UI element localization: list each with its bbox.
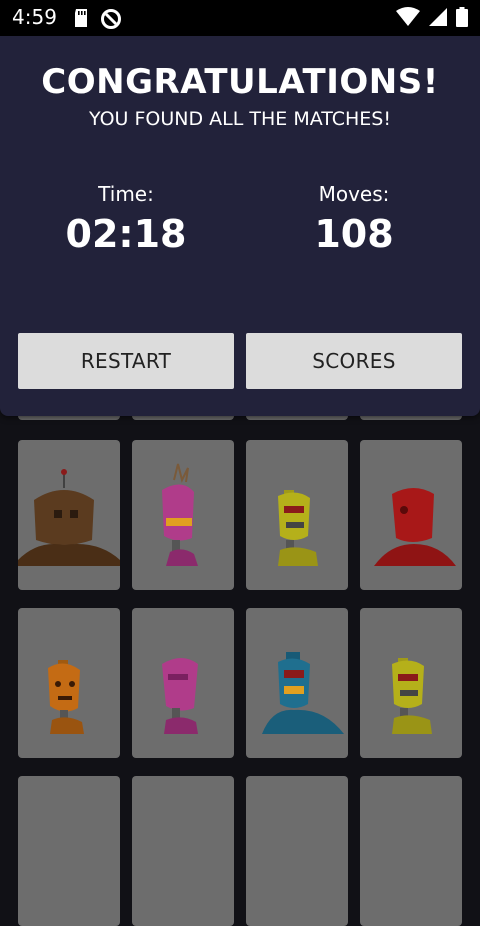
- time-stat: Time: 02:18: [6, 182, 246, 256]
- blue-robot-image: [262, 652, 344, 734]
- congratulations-dialog: CONGRATULATIONS! YOU FOUND ALL THE MATCH…: [0, 36, 480, 416]
- sd-card-icon: [75, 9, 87, 27]
- card-robot-red[interactable]: [360, 440, 462, 590]
- card-robot-pink-crest[interactable]: [132, 440, 234, 590]
- red-robot-image: [374, 488, 456, 566]
- pink-robot-image: [162, 658, 198, 734]
- status-notification-icons: [72, 8, 122, 30]
- status-system-icons: [396, 7, 468, 27]
- restart-button[interactable]: RESTART: [18, 333, 234, 389]
- card-robot-blue[interactable]: [246, 608, 348, 758]
- moves-value: 108: [314, 212, 394, 256]
- yellow-robot-image: [392, 658, 432, 734]
- moves-stat: Moves: 108: [234, 182, 474, 256]
- moves-label: Moves:: [318, 182, 390, 206]
- card-bottom-4[interactable]: [360, 776, 462, 926]
- blocked-icon: [101, 9, 121, 29]
- card-bottom-1[interactable]: [18, 776, 120, 926]
- yellow-robot-image: [278, 490, 318, 566]
- cell-signal-icon: [429, 8, 447, 26]
- card-robot-yellow-2[interactable]: [360, 608, 462, 758]
- time-value: 02:18: [65, 212, 187, 256]
- card-robot-orange[interactable]: [18, 608, 120, 758]
- wifi-icon: [396, 7, 420, 26]
- card-bottom-3[interactable]: [246, 776, 348, 926]
- status-time: 4:59: [12, 5, 57, 29]
- time-label: Time:: [98, 182, 154, 206]
- battery-icon: [456, 7, 468, 27]
- pink-crest-robot-image: [162, 463, 198, 566]
- dialog-subtitle: YOU FOUND ALL THE MATCHES!: [89, 108, 391, 130]
- card-robot-brown[interactable]: [18, 440, 120, 590]
- card-bottom-2[interactable]: [132, 776, 234, 926]
- brown-robot-image: [18, 469, 120, 566]
- dialog-title: CONGRATULATIONS!: [41, 62, 439, 102]
- scores-button[interactable]: SCORES: [246, 333, 462, 389]
- card-robot-yellow-1[interactable]: [246, 440, 348, 590]
- card-robot-pink[interactable]: [132, 608, 234, 758]
- orange-robot-image: [48, 660, 84, 734]
- status-bar: 4:59: [0, 0, 480, 36]
